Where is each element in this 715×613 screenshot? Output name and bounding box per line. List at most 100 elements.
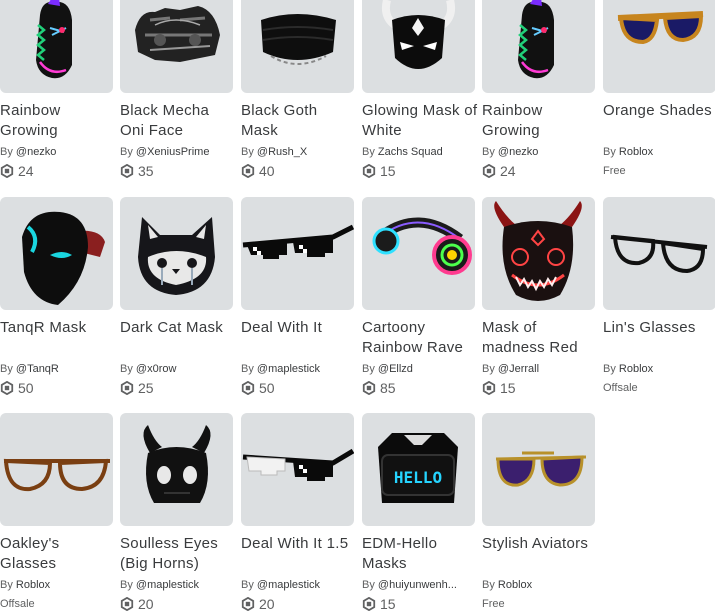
item-card[interactable]: Soulless Eyes (Big Horns) By @maplestick… [120,413,235,613]
item-thumbnail[interactable] [0,197,113,310]
item-creator: By @Jerrall [482,363,540,375]
creator-link[interactable]: @Ellzd [378,363,413,375]
item-creator: By @nezko [0,146,57,158]
creator-link[interactable]: @maplestick [136,579,199,591]
item-name[interactable]: Rainbow Growing [482,101,598,141]
item-card[interactable]: Lin's Glasses By Roblox Offsale [603,197,715,397]
tanqr-mask-icon [22,211,105,305]
item-name[interactable]: Orange Shades [603,101,715,141]
item-creator: By @Rush_X [241,146,308,158]
item-name[interactable]: Oakley's Glasses [0,534,116,574]
creator-link[interactable]: @nezko [498,146,539,158]
item-thumbnail[interactable] [482,413,595,526]
item-name[interactable]: Glowing Mask of White [362,101,478,141]
item-name[interactable]: Dark Cat Mask [120,318,236,358]
item-creator: By @huiyunwenh... [362,579,457,591]
item-thumbnail[interactable] [120,0,233,93]
item-card[interactable]: HELLO EDM-Hello Masks By @huiyunwenh... … [362,413,477,613]
item-name[interactable]: Lin's Glasses [603,318,715,358]
item-card[interactable]: Stylish Aviators By Roblox Free [482,413,597,613]
creator-link[interactable]: @maplestick [257,579,320,591]
item-thumbnail[interactable] [120,197,233,310]
item-card[interactable]: Oakley's Glasses By Roblox Offsale [0,413,115,613]
item-card[interactable]: Glowing Mask of White By Zachs Squad 15 [362,0,477,180]
creator-link[interactable]: Roblox [619,363,653,375]
creator-link[interactable]: @maplestick [257,363,320,375]
item-card[interactable]: Mask of madness Red By @Jerrall 15 [482,197,597,397]
item-thumbnail[interactable] [482,197,595,310]
brown-glasses-icon [3,458,110,492]
item-creator: By @maplestick [120,579,200,591]
creator-link[interactable]: Roblox [619,146,653,158]
item-price: Offsale [603,382,638,394]
robux-icon [241,164,255,178]
white-pixel-sunglasses-icon [242,448,354,481]
item-card[interactable]: Orange Shades By Roblox Free [603,0,715,180]
item-name[interactable]: EDM-Hello Masks [362,534,478,574]
creator-link[interactable]: Zachs Squad [378,146,443,158]
item-thumbnail[interactable] [0,413,113,526]
item-creator: By @TanqR [0,363,59,375]
item-price: 50 [241,379,356,397]
item-card[interactable]: Deal With It By @maplestick 50 [241,197,356,397]
robux-icon [120,381,134,395]
goth-mask-icon [261,14,336,65]
led-hello-mask-icon: HELLO [378,433,458,503]
item-card[interactable]: Black Mecha Oni Face By @XeniusPrime 35 [120,0,235,180]
item-price: 35 [120,162,235,180]
rave-headphones-icon [372,217,472,275]
robux-icon [120,597,134,611]
item-thumbnail[interactable] [241,0,354,93]
item-card[interactable]: TanqR Mask By @TanqR 50 [0,197,115,397]
item-thumbnail[interactable] [482,0,595,93]
item-name[interactable]: Cartoony Rainbow Rave [362,318,478,358]
item-name[interactable]: Soulless Eyes (Big Horns) [120,534,236,574]
creator-link[interactable]: @huiyunwenh... [378,579,457,591]
item-price: 20 [241,595,356,613]
item-card[interactable]: Black Goth Mask By @Rush_X 40 [241,0,356,180]
item-name[interactable]: Mask of madness Red [482,318,598,358]
item-name[interactable]: Black Mecha Oni Face [120,101,236,141]
item-card[interactable]: Cartoony Rainbow Rave By @Ellzd 85 [362,197,477,397]
item-thumbnail[interactable] [0,0,113,93]
item-thumbnail[interactable] [603,0,715,93]
orange-shades-icon [617,11,704,45]
item-creator: By Roblox [482,579,533,591]
item-name[interactable]: Rainbow Growing [0,101,116,141]
aviator-sunglasses-icon [495,451,587,487]
item-name[interactable]: Deal With It 1.5 [241,534,357,574]
creator-link[interactable]: @x0row [136,363,177,375]
item-thumbnail[interactable] [120,413,233,526]
item-name[interactable]: Black Goth Mask [241,101,357,141]
item-card[interactable]: Deal With It 1.5 By @maplestick 20 [241,413,356,613]
robux-icon [0,381,14,395]
madness-mask-icon [494,201,582,301]
creator-link[interactable]: @Rush_X [257,146,307,158]
item-name[interactable]: TanqR Mask [0,318,116,358]
black-glasses-icon [610,234,708,274]
item-price: 25 [120,379,235,397]
item-card[interactable]: Rainbow Growing By @nezko 24 [0,0,115,180]
item-thumbnail[interactable] [241,197,354,310]
creator-link[interactable]: @Jerrall [498,363,539,375]
item-thumbnail[interactable] [362,0,475,93]
robux-icon [362,164,376,178]
item-card[interactable]: Dark Cat Mask By @x0row 25 [120,197,235,397]
item-price: 24 [482,162,597,180]
creator-link[interactable]: Roblox [498,579,532,591]
item-thumbnail[interactable] [362,197,475,310]
item-creator: By @nezko [482,146,539,158]
item-name[interactable]: Stylish Aviators [482,534,598,574]
creator-link[interactable]: @XeniusPrime [136,146,210,158]
item-thumbnail[interactable] [241,413,354,526]
robux-icon [120,164,134,178]
item-thumbnail[interactable] [603,197,715,310]
creator-link[interactable]: @nezko [16,146,57,158]
creator-link[interactable]: @TanqR [16,363,59,375]
item-thumbnail[interactable]: HELLO [362,413,475,526]
item-name[interactable]: Deal With It [241,318,357,358]
robux-icon [482,381,496,395]
item-card[interactable]: Rainbow Growing By @nezko 24 [482,0,597,180]
glowing-mask-icon [381,0,456,69]
creator-link[interactable]: Roblox [16,579,50,591]
